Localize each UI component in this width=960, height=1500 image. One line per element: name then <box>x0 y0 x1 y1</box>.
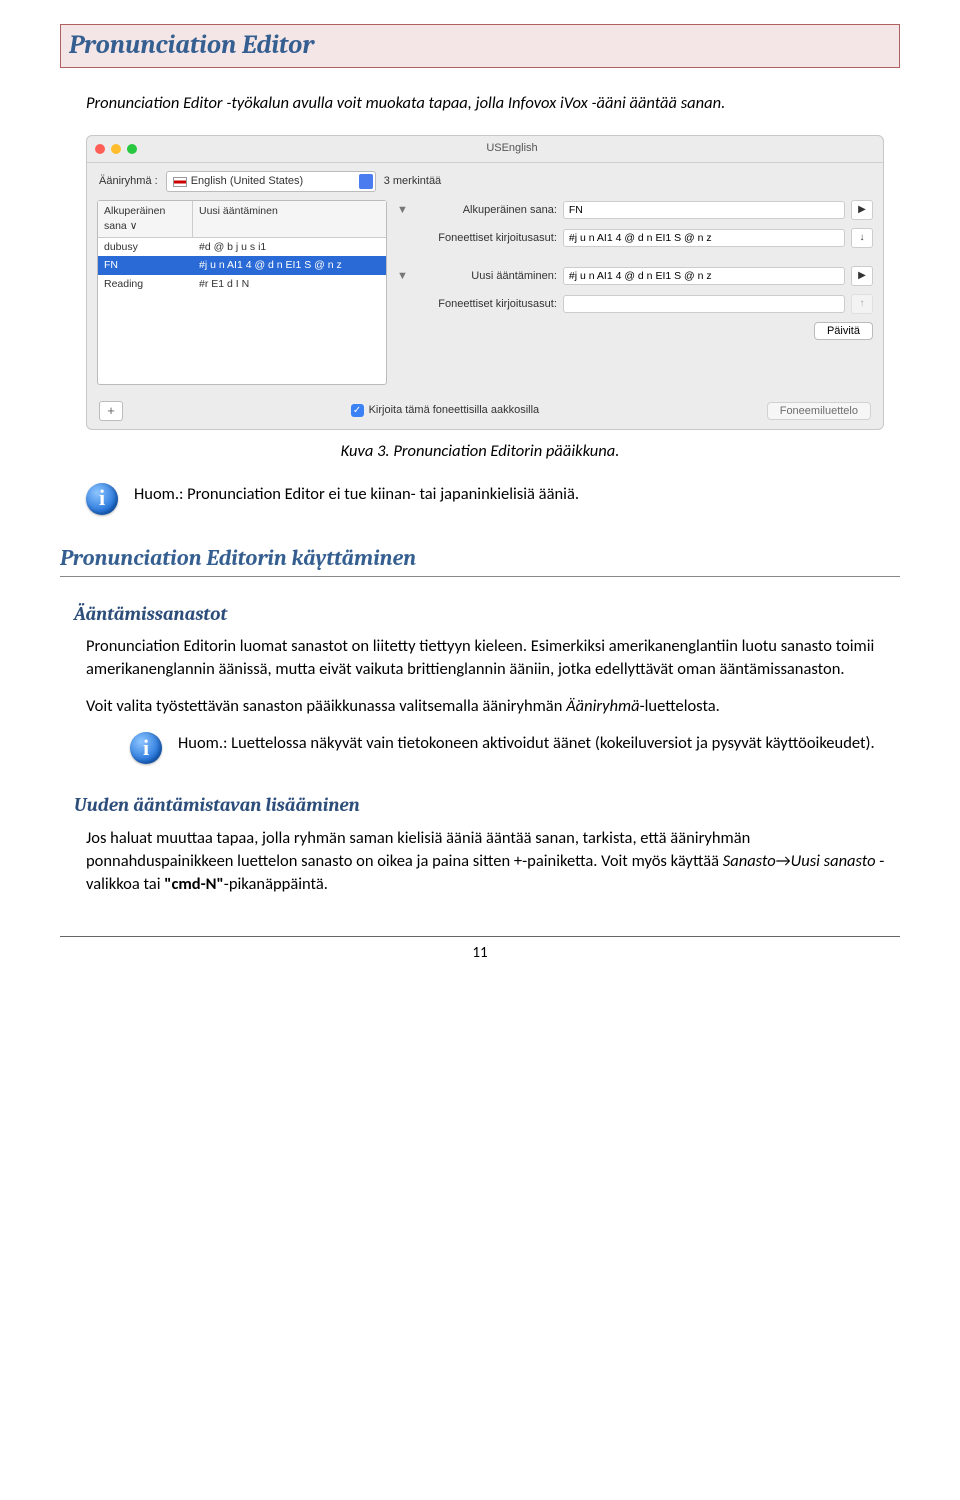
intro-paragraph: Pronunciation Editor -työkalun avulla vo… <box>86 92 900 115</box>
original-word-input[interactable] <box>563 201 845 219</box>
dictionaries-paragraph-2: Voit valita työstettävän sanaston pääikk… <box>86 695 900 718</box>
page-number: 11 <box>472 944 487 962</box>
down-icon[interactable]: ↓ <box>851 228 873 248</box>
phoneme-list-button[interactable]: Foneemiluettelo <box>767 402 871 420</box>
add-pronunciation-paragraph: Jos haluat muuttaa tapaa, jolla ryhmän s… <box>86 827 900 896</box>
phonetic1-input[interactable] <box>563 229 845 247</box>
titlebar: USEnglish <box>87 136 883 162</box>
checkbox-label: Kirjoita tämä foneettisilla aakkosilla <box>369 403 540 418</box>
bottom-bar: + ✓ Kirjoita tämä foneettisilla aakkosil… <box>87 395 883 429</box>
section-heading-usage: Pronunciation Editorin käyttäminen <box>60 543 900 577</box>
note-1-text: Huom.: Pronunciation Editor ei tue kiina… <box>134 483 579 506</box>
zoom-icon[interactable] <box>127 144 137 154</box>
original-word-label: Alkuperäinen sana: <box>417 203 557 218</box>
dictionaries-paragraph-1: Pronunciation Editorin luomat sanastot o… <box>86 635 900 681</box>
chevron-down-icon[interactable]: ▼ <box>397 203 411 218</box>
play-icon[interactable]: ▶ <box>851 200 873 220</box>
close-icon[interactable] <box>95 144 105 154</box>
chevron-down-icon[interactable]: ▼ <box>397 269 411 284</box>
page-title: Pronunciation Editor <box>69 30 314 60</box>
info-icon: i <box>130 732 162 764</box>
check-icon: ✓ <box>351 404 364 417</box>
note-2-text: Huom.: Luettelossa näkyvät vain tietokon… <box>178 732 875 755</box>
traffic-lights <box>95 144 137 154</box>
minimize-icon[interactable] <box>111 144 121 154</box>
phonetic1-label: Foneettiset kirjoitusasut: <box>417 231 557 246</box>
word-list-header: Alkuperäinen sana ∨ Uusi ääntäminen <box>98 201 386 237</box>
word-list[interactable]: Alkuperäinen sana ∨ Uusi ääntäminen dubu… <box>97 200 387 384</box>
voice-group-label: Ääniryhmä : <box>99 174 158 189</box>
screenshot-window: USEnglish Ääniryhmä : English (United St… <box>86 135 884 429</box>
figure-caption: Kuva 3. Pronunciation Editorin pääikkuna… <box>60 440 900 463</box>
edit-form: ▼ Alkuperäinen sana: ▶ ▼ Foneettiset kir… <box>397 200 873 384</box>
col-new[interactable]: Uusi ääntäminen <box>193 201 386 237</box>
main-content: Alkuperäinen sana ∨ Uusi ääntäminen dubu… <box>87 200 883 394</box>
up-icon[interactable]: ↑ <box>851 294 873 314</box>
new-pron-label: Uusi ääntäminen: <box>417 269 557 284</box>
table-row[interactable]: dubusy #d @ b j u s i1 <box>98 238 386 257</box>
table-row[interactable]: FN #j u n AI1 4 @ d n EI1 S @ n z <box>98 256 386 275</box>
window-title: USEnglish <box>149 141 875 156</box>
flag-icon <box>173 177 187 187</box>
entries-count: 3 merkintää <box>384 174 441 189</box>
new-pron-input[interactable] <box>563 267 845 285</box>
voice-group-value: English (United States) <box>191 174 304 189</box>
phonetic-checkbox[interactable]: ✓ Kirjoita tämä foneettisilla aakkosilla <box>351 403 540 418</box>
update-button[interactable]: Päivitä <box>814 322 873 340</box>
phonetic2-input[interactable] <box>563 295 845 313</box>
page-footer: 11 <box>60 936 900 964</box>
note-2: i Huom.: Luettelossa näkyvät vain tietok… <box>130 732 900 764</box>
info-icon: i <box>86 483 118 515</box>
sort-icon: ∨ <box>130 220 138 232</box>
phonetic2-label: Foneettiset kirjoitusasut: <box>417 297 557 312</box>
col-original: Alkuperäinen sana ∨ <box>98 201 193 237</box>
page-title-box: Pronunciation Editor <box>60 24 900 68</box>
toolbar: Ääniryhmä : English (United States) 3 me… <box>87 163 883 200</box>
note-1: i Huom.: Pronunciation Editor ei tue kii… <box>86 483 900 515</box>
add-button[interactable]: + <box>99 401 123 421</box>
voice-group-select[interactable]: English (United States) <box>166 171 376 192</box>
play-icon[interactable]: ▶ <box>851 266 873 286</box>
subheading-dictionaries: Ääntämissanastot <box>74 601 900 628</box>
table-row[interactable]: Reading #r E1 d I N <box>98 275 386 294</box>
subheading-add-pronunciation: Uuden ääntämistavan lisääminen <box>74 792 900 819</box>
